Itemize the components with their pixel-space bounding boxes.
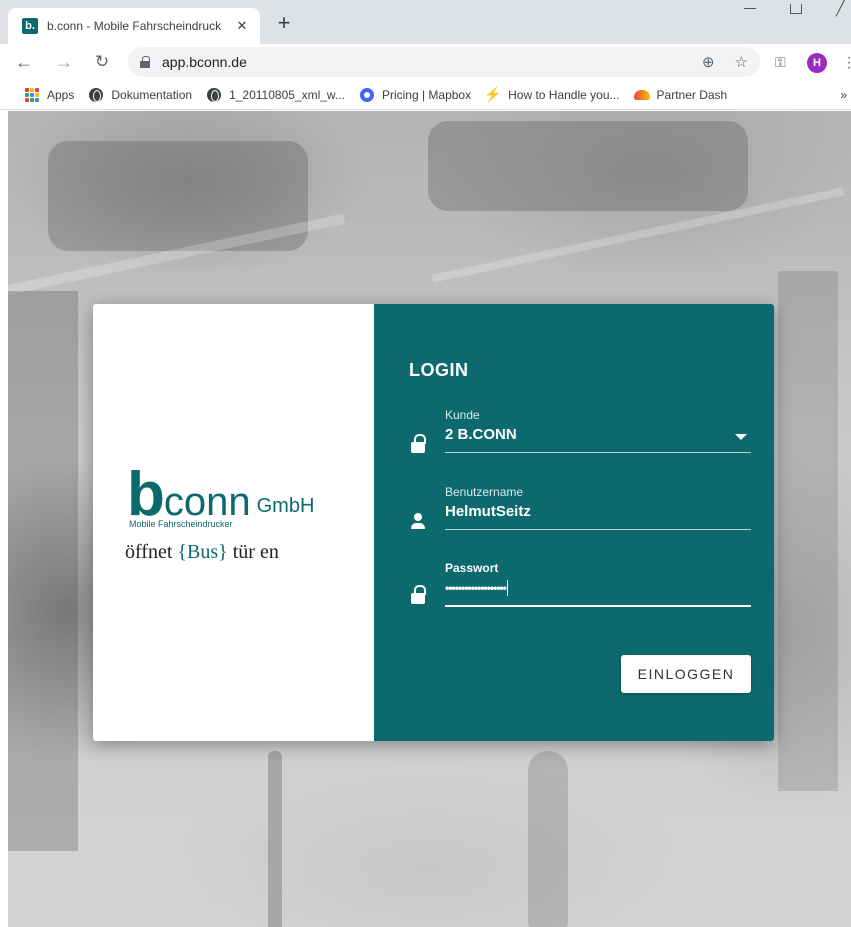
bolt-icon: ⚡ <box>484 86 502 102</box>
password-label: Passwort <box>445 561 499 575</box>
username-value[interactable]: HelmutSeitz <box>445 503 751 525</box>
bookmark-label: 1_20110805_xml_w... <box>229 87 345 102</box>
background-shape <box>8 291 78 851</box>
star-bookmark-icon[interactable]: ☆ <box>735 53 748 71</box>
bookmark-apps[interactable]: Apps <box>24 87 74 103</box>
bookmark-dokumentation[interactable]: Dokumentation <box>88 87 192 103</box>
bconn-favicon-icon: b. <box>22 18 38 34</box>
new-tab-button[interactable]: + <box>270 9 298 37</box>
bookmark-mapbox[interactable]: Pricing | Mapbox <box>359 87 471 103</box>
dropdown-arrow-icon[interactable] <box>735 434 747 440</box>
background-shape <box>528 751 568 927</box>
login-title: LOGIN <box>409 360 469 380</box>
slogan-bus: {Bus} <box>177 541 228 563</box>
password-field[interactable]: Passwort ••••••••••••••••••• <box>409 561 751 613</box>
logo-b: b <box>127 460 165 529</box>
kunde-value: 2 B.CONN <box>445 426 517 443</box>
tab-strip: b. b.conn - Mobile Fahrscheindruck ✕ + ╱ <box>0 0 851 44</box>
background-shape <box>268 751 282 927</box>
lock-icon <box>409 585 431 607</box>
background-shape <box>778 271 838 791</box>
menu-dots-icon[interactable]: ⋮ <box>842 54 851 71</box>
bookmark-label: Partner Dash <box>656 87 728 102</box>
lock-icon <box>409 434 431 456</box>
reload-icon[interactable]: ↻ <box>88 48 116 76</box>
browser-tab-active[interactable]: b. b.conn - Mobile Fahrscheindruck ✕ <box>8 8 260 44</box>
username-underline <box>445 529 751 530</box>
bookmark-label: Pricing | Mapbox <box>381 87 472 102</box>
slogan-prefix: öffnet <box>125 541 178 563</box>
kunde-label: Kunde <box>445 408 480 422</box>
browser-toolbar: ← → ↻ app.bconn.de ⊕ ☆ ⚿ H ⋮ <box>0 44 851 80</box>
partner-icon <box>633 87 650 103</box>
password-underline <box>445 605 751 607</box>
background-shape <box>428 121 748 211</box>
mapbox-icon <box>359 87 375 103</box>
tab-close-icon[interactable]: ✕ <box>234 18 250 34</box>
password-value[interactable]: ••••••••••••••••••• <box>445 579 751 601</box>
logo-conn: conn <box>163 480 251 524</box>
logo-subtitle: Mobile Fahrscheindrucker <box>129 519 233 529</box>
login-card: b conn GmbH Mobile Fahrscheindrucker öff… <box>93 304 774 741</box>
key-icon[interactable]: ⚿ <box>775 54 786 71</box>
window-close-icon[interactable]: ╱ <box>836 0 844 17</box>
bookmark-how-to-handle[interactable]: ⚡ How to Handle you... <box>484 86 620 103</box>
username-field[interactable]: Benutzername HelmutSeitz <box>409 485 751 537</box>
address-url: app.bconn.de <box>162 54 247 70</box>
apps-grid-icon <box>24 87 40 103</box>
brand-slogan: öffnet {Bus} tür en <box>125 541 279 564</box>
brand-panel: b conn GmbH Mobile Fahrscheindrucker öff… <box>93 304 374 741</box>
person-icon <box>409 511 431 533</box>
kunde-select[interactable]: Kunde 2 B.CONN <box>409 408 751 460</box>
text-caret <box>506 580 508 597</box>
bookmark-label: How to Handle you... <box>508 87 620 102</box>
profile-avatar[interactable]: H <box>807 53 827 73</box>
kunde-underline <box>445 452 751 453</box>
bookmarks-bar: Apps Dokumentation 1_20110805_xml_w... P… <box>0 80 851 110</box>
page-background: b conn GmbH Mobile Fahrscheindrucker öff… <box>8 111 851 927</box>
add-circle-icon[interactable]: ⊕ <box>702 53 715 71</box>
bookmark-label: Dokumentation <box>111 87 193 102</box>
bconn-logo: b conn GmbH Mobile Fahrscheindrucker <box>127 460 315 530</box>
address-bar[interactable]: app.bconn.de ⊕ ☆ <box>128 47 760 77</box>
username-label: Benutzername <box>445 485 524 499</box>
window-minimize-icon[interactable] <box>740 2 760 14</box>
einloggen-button[interactable]: EINLOGGEN <box>621 655 751 693</box>
password-dots: ••••••••••••••••••• <box>445 581 507 595</box>
forward-arrow-icon[interactable]: → <box>50 48 78 76</box>
slogan-suffix: tür en <box>232 541 279 563</box>
back-arrow-icon[interactable]: ← <box>10 48 38 76</box>
globe-icon <box>88 87 104 103</box>
tab-title: b.conn - Mobile Fahrscheindruck <box>47 19 222 33</box>
bookmark-xml[interactable]: 1_20110805_xml_w... <box>206 87 345 103</box>
bookmark-label: Apps <box>47 87 75 102</box>
logo-gmbh: GmbH <box>256 495 315 517</box>
globe-icon <box>206 87 222 103</box>
login-panel: LOGIN Kunde 2 B.CONN Benutzername Helmut… <box>374 304 774 741</box>
bookmark-partner-dash[interactable]: Partner Dash <box>633 87 728 103</box>
secure-lock-icon <box>140 56 150 68</box>
window-maximize-icon[interactable] <box>790 4 802 14</box>
bookmarks-overflow-icon[interactable]: » <box>840 88 851 102</box>
